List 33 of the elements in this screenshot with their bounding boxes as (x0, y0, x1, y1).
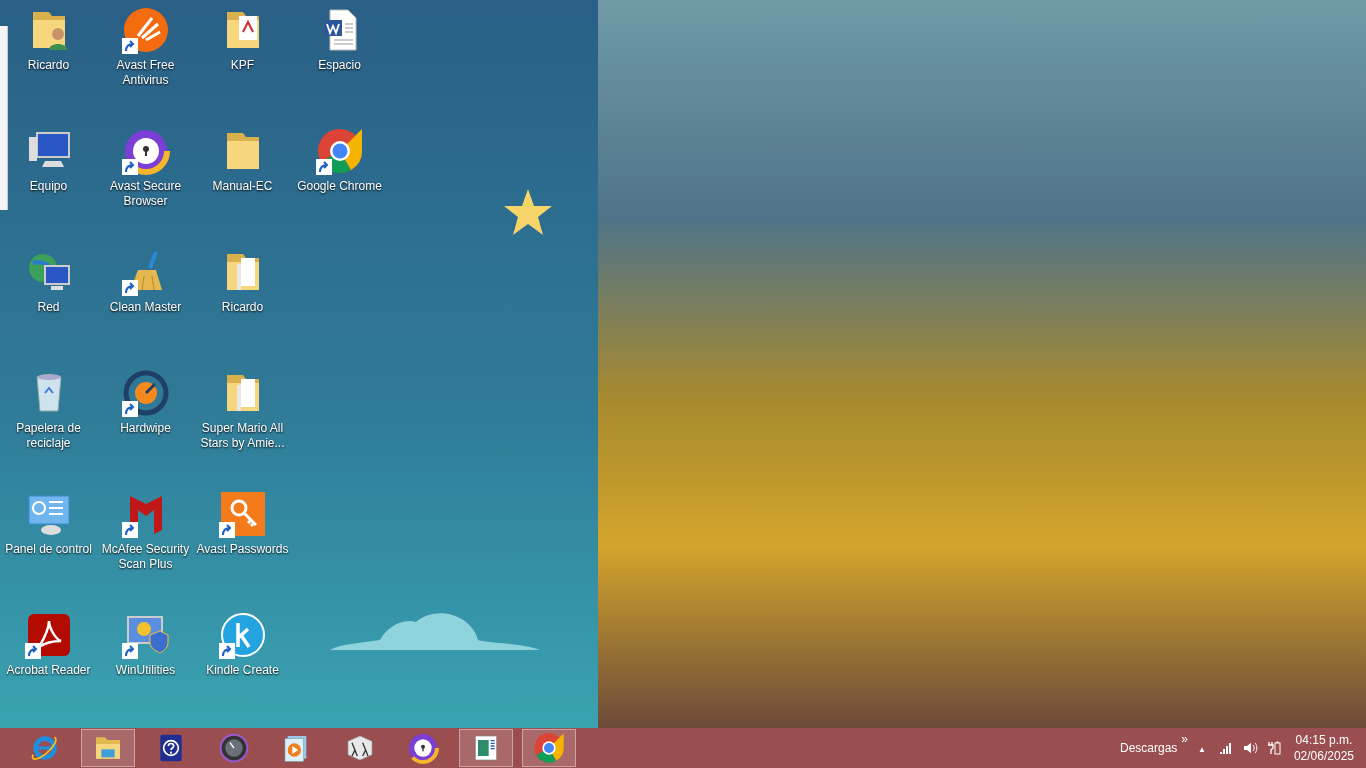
icon-label[interactable]: Acrobat Reader (4, 663, 93, 678)
star-drawing (503, 187, 553, 237)
icon-label[interactable]: KPF (228, 58, 257, 73)
battery-icon[interactable] (1265, 740, 1282, 756)
icon-label[interactable]: Google Chrome (295, 179, 384, 194)
toolbar-label[interactable]: Descargas (1119, 739, 1178, 757)
browser-icon (533, 732, 565, 764)
icon-label[interactable]: Avast Free Antivirus (97, 58, 194, 88)
dial-icon (218, 732, 250, 764)
icon-label[interactable]: Manual-EC (210, 179, 275, 194)
disc-icon (121, 369, 170, 417)
icon-label[interactable]: Kindle Create (204, 663, 281, 678)
icon-label[interactable]: Panel de control (3, 542, 94, 557)
lock-browser-icon (407, 732, 439, 764)
chevron-button[interactable]: » (1181, 730, 1188, 748)
icon-label[interactable]: McAfee Security Scan Plus (97, 542, 194, 572)
icon-label[interactable]: Papelera de reciclaje (0, 421, 97, 451)
date-label[interactable]: 02/06/2025 (1293, 748, 1354, 764)
icon-label[interactable]: Avast Secure Browser (97, 179, 194, 209)
icon-label[interactable]: WinUtilities (113, 663, 178, 678)
signal-icon[interactable] (1217, 740, 1234, 756)
time-label[interactable]: 04:15 p.m. (1295, 732, 1353, 748)
icon-label[interactable]: Hardwipe (118, 421, 173, 436)
show-hidden-icons-button[interactable]: ▲ (1198, 744, 1206, 756)
icon-label[interactable]: Ricardo (219, 300, 266, 315)
icon-label[interactable]: Super Mario All Stars by Amie... (194, 421, 291, 451)
icon-label[interactable]: Clean Master (107, 300, 184, 315)
icon-label[interactable]: Ricardo (25, 58, 72, 73)
icon-label[interactable]: Espacio (316, 58, 363, 73)
icon-label[interactable]: Avast Passwords (194, 542, 291, 557)
icon-label[interactable]: Red (35, 300, 62, 315)
volume-icon[interactable] (1241, 740, 1258, 756)
icon-label[interactable]: Equipo (27, 179, 70, 194)
